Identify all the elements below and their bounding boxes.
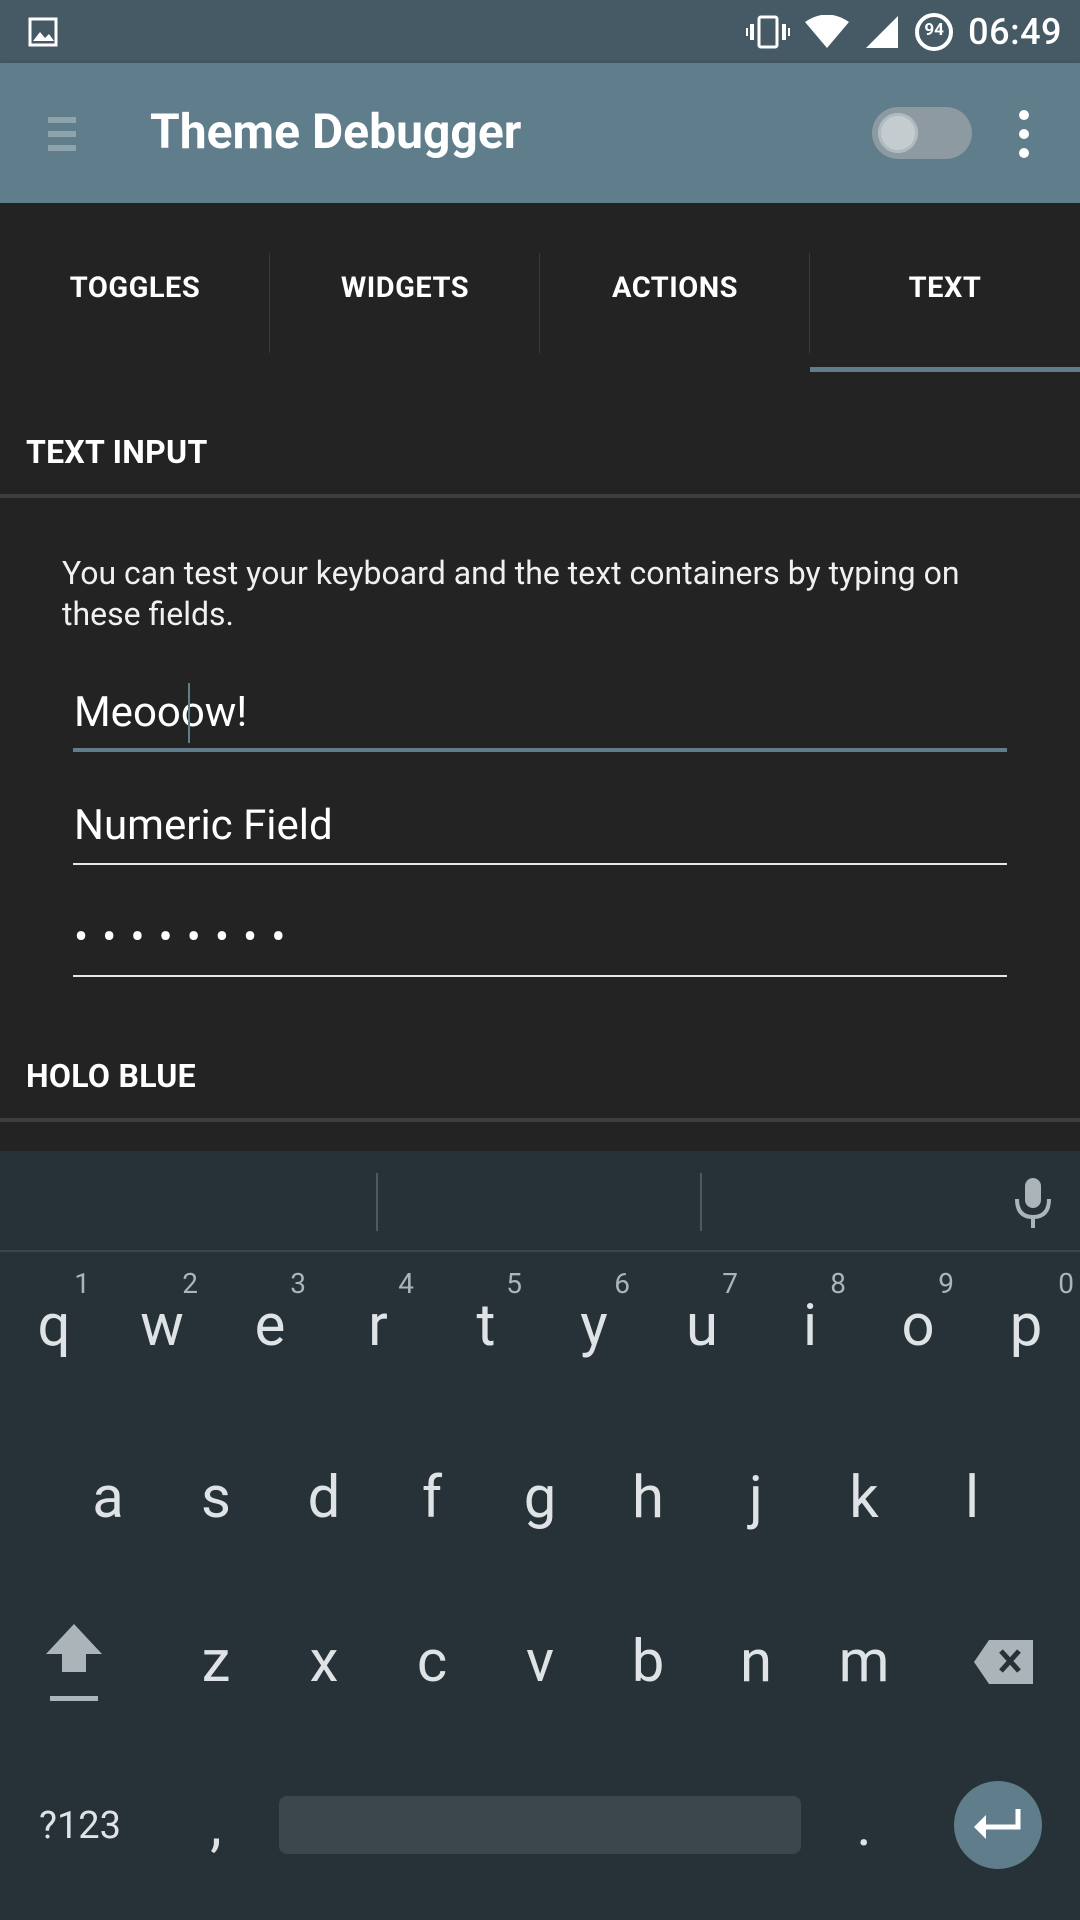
- key-f[interactable]: f: [378, 1423, 486, 1573]
- key-label: t: [476, 1292, 496, 1360]
- period-key[interactable]: .: [810, 1751, 918, 1901]
- section-divider: [0, 494, 1080, 498]
- numeric-field[interactable]: Numeric Field: [73, 795, 1007, 865]
- tab-selected-indicator: [810, 367, 1080, 372]
- key-label: p: [1009, 1292, 1043, 1360]
- key-x[interactable]: x: [270, 1587, 378, 1737]
- tab-toggles[interactable]: TOGGLES: [0, 248, 270, 328]
- wifi-icon: [805, 14, 850, 48]
- image-icon: [28, 17, 58, 47]
- password-field[interactable]: ••••••••: [73, 907, 1007, 977]
- key-j[interactable]: j: [702, 1423, 810, 1573]
- key-label: q: [37, 1292, 71, 1360]
- comma-key[interactable]: ,: [162, 1751, 270, 1901]
- shift-key[interactable]: [20, 1587, 128, 1737]
- battery-icon: 94: [914, 12, 954, 52]
- key-r[interactable]: r4: [324, 1251, 432, 1401]
- overflow-menu-icon[interactable]: [1012, 109, 1036, 159]
- clock: 06:49: [968, 10, 1062, 53]
- key-b[interactable]: b: [594, 1587, 702, 1737]
- app-bar: Theme Debugger: [0, 63, 1080, 203]
- key-m[interactable]: m: [810, 1587, 918, 1737]
- text-input-header: TEXT INPUT: [26, 433, 208, 471]
- microphone-icon[interactable]: [1010, 1177, 1056, 1229]
- key-p[interactable]: p0: [972, 1251, 1080, 1401]
- key-hint: 2: [182, 1267, 198, 1300]
- key-c[interactable]: c: [378, 1587, 486, 1737]
- vibrate-icon: [746, 15, 791, 48]
- key-u[interactable]: u7: [648, 1251, 756, 1401]
- key-o[interactable]: o9: [864, 1251, 972, 1401]
- switch-thumb: [878, 113, 918, 153]
- key-l[interactable]: l: [918, 1423, 1026, 1573]
- key-y[interactable]: y6: [540, 1251, 648, 1401]
- password-field-underline: [73, 975, 1007, 977]
- signal-icon: [866, 15, 899, 48]
- key-hint: 4: [398, 1267, 414, 1300]
- battery-level: 94: [924, 19, 944, 40]
- key-z[interactable]: z: [162, 1587, 270, 1737]
- key-hint: 9: [938, 1267, 954, 1300]
- key-d[interactable]: d: [270, 1423, 378, 1573]
- key-hint: 8: [830, 1267, 846, 1300]
- text-cursor: [188, 683, 190, 743]
- status-bar: 94 06:49: [0, 0, 1080, 63]
- key-v[interactable]: v: [486, 1587, 594, 1737]
- tab-actions[interactable]: ACTIONS: [540, 248, 810, 328]
- holo-blue-header: HOLO BLUE: [26, 1057, 196, 1095]
- numeric-field-value: Numeric Field: [74, 801, 333, 850]
- numeric-field-underline: [73, 863, 1007, 865]
- key-hint: 5: [506, 1267, 522, 1300]
- key-s[interactable]: s: [162, 1423, 270, 1573]
- suggestion-separator: [376, 1173, 378, 1231]
- key-t[interactable]: t5: [432, 1251, 540, 1401]
- key-hint: 1: [74, 1267, 90, 1300]
- key-label: w: [140, 1292, 184, 1360]
- text-field-value: Meooow!: [74, 688, 248, 737]
- soft-keyboard: q1 w2 e3 r4 t5 y6 u7 i8 o9 p0 a s d f g …: [0, 1151, 1080, 1920]
- app-bar-switch[interactable]: [872, 107, 972, 159]
- section-divider: [0, 1118, 1080, 1122]
- enter-icon: [974, 1809, 1021, 1839]
- key-k[interactable]: k: [810, 1423, 918, 1573]
- shift-icon: [46, 1624, 102, 1701]
- tab-widgets[interactable]: WIDGETS: [270, 248, 540, 328]
- key-label: y: [580, 1292, 608, 1360]
- suggestion-strip: [0, 1151, 1080, 1252]
- backspace-key[interactable]: [950, 1587, 1058, 1737]
- key-label: o: [901, 1292, 935, 1360]
- enter-key[interactable]: [954, 1781, 1042, 1869]
- space-bar[interactable]: [279, 1796, 801, 1854]
- tab-text[interactable]: TEXT: [810, 248, 1080, 328]
- key-e[interactable]: e3: [216, 1251, 324, 1401]
- symbols-key[interactable]: ?123: [26, 1751, 134, 1901]
- app-title: Theme Debugger: [150, 103, 522, 160]
- text-input-description: You can test your keyboard and the text …: [62, 554, 960, 633]
- key-n[interactable]: n: [702, 1587, 810, 1737]
- password-field-value: ••••••••: [74, 913, 300, 962]
- key-hint: 7: [722, 1267, 738, 1300]
- key-label: u: [686, 1292, 718, 1360]
- suggestion-separator: [700, 1173, 702, 1231]
- key-a[interactable]: a: [54, 1423, 162, 1573]
- key-i[interactable]: i8: [756, 1251, 864, 1401]
- key-q[interactable]: q1: [0, 1251, 108, 1401]
- text-field-underline: [73, 748, 1007, 752]
- key-w[interactable]: w2: [108, 1251, 216, 1401]
- key-label: r: [368, 1292, 388, 1360]
- key-hint: 3: [290, 1267, 306, 1300]
- key-hint: 6: [614, 1267, 630, 1300]
- key-hint: 0: [1058, 1267, 1074, 1300]
- key-g[interactable]: g: [486, 1423, 594, 1573]
- key-label: e: [254, 1292, 286, 1360]
- text-field[interactable]: Meooow!: [73, 682, 1007, 752]
- key-h[interactable]: h: [594, 1423, 702, 1573]
- backspace-icon: [974, 1640, 1033, 1684]
- tab-bar: TOGGLES WIDGETS ACTIONS TEXT: [0, 203, 1080, 373]
- drawer-menu-icon[interactable]: [48, 115, 76, 153]
- key-label: i: [802, 1292, 818, 1360]
